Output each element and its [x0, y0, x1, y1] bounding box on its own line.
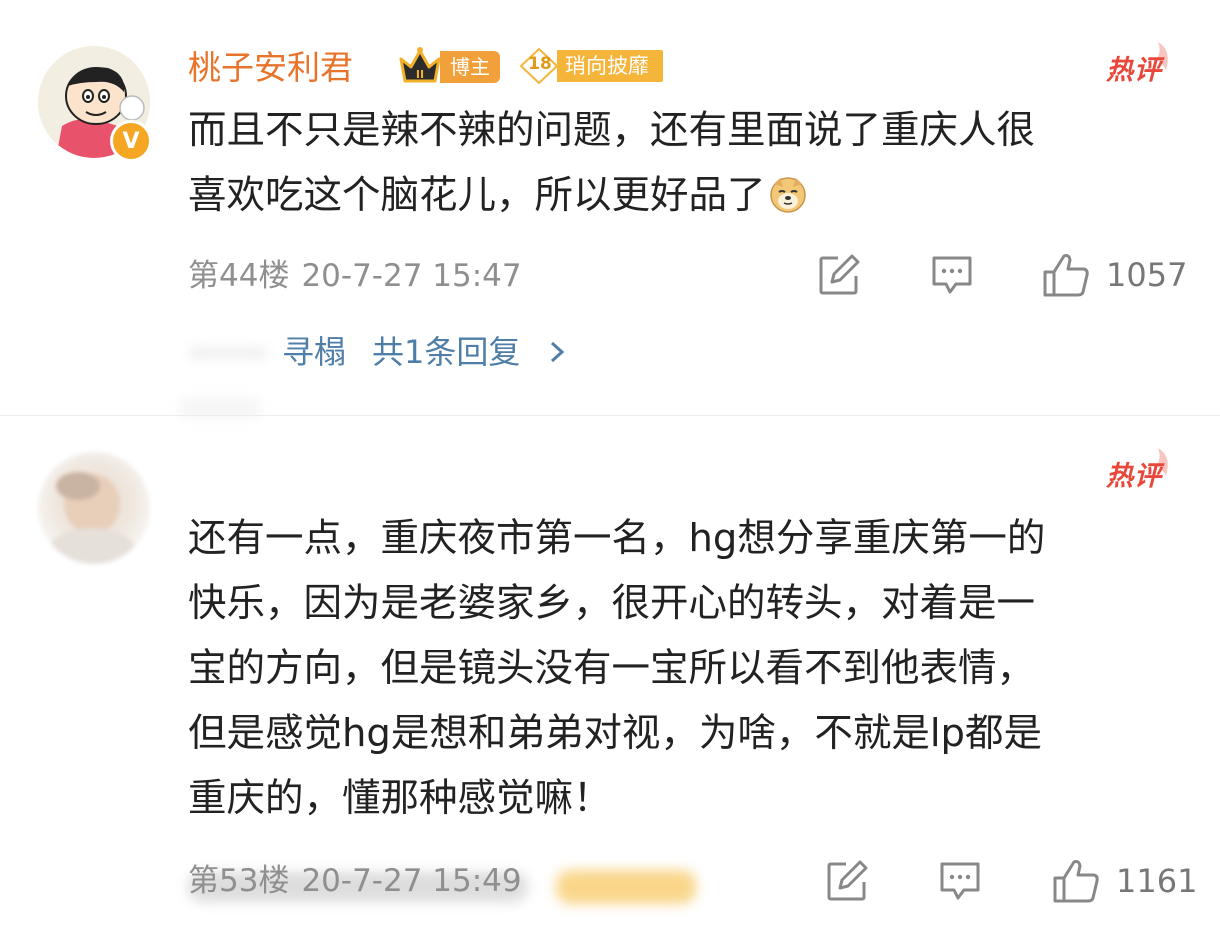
crown-icon: II: [399, 47, 441, 83]
fan-level-badge[interactable]: 18 琑向披靡: [517, 48, 665, 84]
comment-text: 还有一点，重庆夜市第一名，hg想分享重庆第一的 快乐，因为是老婆家乡，很开心的转…: [188, 516, 1046, 821]
repost-icon: [827, 860, 868, 901]
thumbs-up-icon: [1043, 254, 1089, 297]
comment-button[interactable]: [930, 250, 974, 300]
action-bar: 1057: [0, 250, 1220, 300]
comment-text-body: 而且不只是辣不辣的问题，还有里面说了重庆人很 喜欢吃这个脑花儿，所以更好品了: [188, 108, 1036, 218]
blogger-badge: 博主: [440, 51, 500, 83]
svg-text:II: II: [416, 68, 424, 81]
like-button[interactable]: 1161: [1052, 856, 1197, 906]
comment-2: 热评 还有一点，重庆夜市第一名，hg想分享重庆第一的 快乐，因为是老婆家乡，很开…: [0, 415, 1220, 928]
repost-button[interactable]: [818, 250, 860, 300]
hot-comment-badge: 热评: [1106, 446, 1176, 496]
doge-emoji-icon: [769, 177, 806, 213]
hot-comment-badge: 热评: [1106, 40, 1176, 90]
avatar-blurred[interactable]: [38, 452, 150, 564]
repost-button[interactable]: [826, 856, 868, 906]
comment-1: V 桃子安利君 II 博主 18 琑向披靡 热评 而且不只是辣不辣的问题，还有里…: [0, 0, 1220, 418]
like-count: 1161: [1116, 862, 1198, 900]
reply-count: 共1条回复: [372, 333, 521, 371]
like-button[interactable]: 1057: [1042, 250, 1187, 300]
thumbs-up-icon: [1053, 860, 1099, 903]
blurred-area: [188, 346, 268, 360]
reply-user: 寻榻: [282, 333, 347, 371]
username[interactable]: 桃子安利君: [188, 48, 353, 88]
action-bar: 1161: [0, 856, 1220, 906]
comment-icon: [940, 862, 980, 900]
fan-level-label: 琑向披靡: [565, 54, 649, 78]
comment-text: 而且不只是辣不辣的问题，还有里面说了重庆人很 喜欢吃这个脑花儿，所以更好品了: [188, 98, 1178, 228]
repost-icon: [819, 254, 860, 295]
reply-link[interactable]: 寻榻 共1条回复: [282, 330, 567, 374]
hot-comment-label: 热评: [1106, 55, 1162, 86]
like-count: 1057: [1106, 256, 1188, 294]
fan-level-number: 18: [528, 54, 552, 74]
verified-badge-icon: V: [110, 120, 152, 162]
chevron-right-icon: [550, 341, 564, 363]
hot-comment-label: 热评: [1106, 461, 1162, 492]
comment-button[interactable]: [938, 856, 982, 906]
comment-icon: [932, 256, 972, 294]
